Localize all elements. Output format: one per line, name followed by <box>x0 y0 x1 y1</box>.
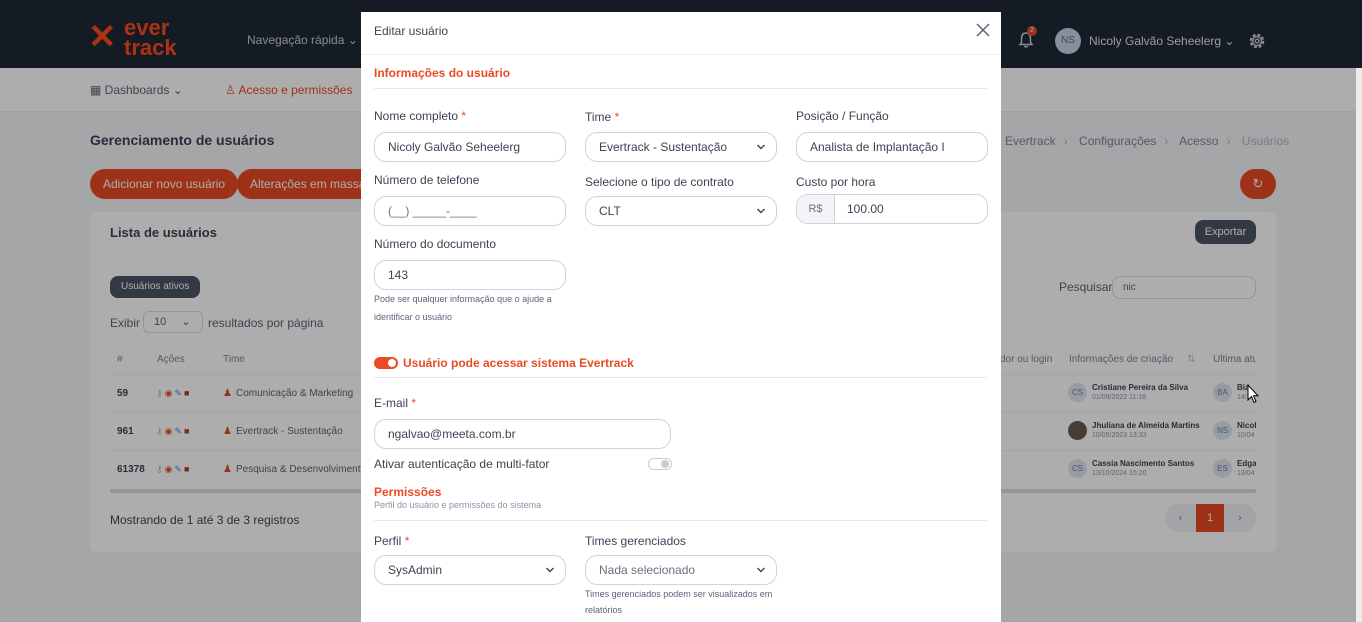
email-input[interactable]: ngalvao@meeta.com.br <box>374 419 671 449</box>
required-mark: * <box>411 396 417 410</box>
chevron-down-icon <box>757 567 765 573</box>
section-title-permissions: Permissões <box>374 485 442 499</box>
profile-label: Perfil * <box>374 534 409 548</box>
section-divider <box>374 377 987 378</box>
contract-type-select[interactable]: CLT <box>585 196 777 226</box>
profile-label-text: Perfil <box>374 534 402 548</box>
managed-teams-label: Times gerenciados <box>585 534 686 548</box>
modal-title: Editar usuário <box>374 24 449 38</box>
system-access-label: Usuário pode acessar sistema Evertrack <box>403 356 634 370</box>
position-label: Posição / Função <box>796 109 889 123</box>
modal-header-divider <box>361 54 1001 55</box>
edit-user-modal: Editar usuário Informações do usuário No… <box>361 12 1001 622</box>
required-mark: * <box>404 534 410 548</box>
chevron-down-icon <box>757 144 765 150</box>
section-divider <box>374 520 987 521</box>
currency-prefix: R$ <box>797 195 835 223</box>
chevron-down-icon <box>757 208 765 214</box>
permissions-subtitle: Perfil do usuário e permissões do sistem… <box>374 500 542 510</box>
contract-type-label: Selecione o tipo de contrato <box>585 175 734 189</box>
managed-teams-select[interactable]: Nada selecionado <box>585 555 777 585</box>
hourly-cost-input[interactable]: R$ 100.00 <box>796 194 988 224</box>
document-help-text: Pode ser qualquer informação que o ajude… <box>374 294 552 322</box>
chevron-down-icon <box>546 567 554 573</box>
system-access-toggle[interactable] <box>374 357 398 369</box>
page-scrollbar[interactable] <box>1356 68 1362 622</box>
team-select-value: Evertrack - Sustentação <box>599 140 728 154</box>
hourly-cost-label: Custo por hora <box>796 175 876 189</box>
managed-teams-value: Nada selecionado <box>599 563 696 577</box>
mouse-cursor-icon <box>1247 384 1259 404</box>
team-label-text: Time <box>585 110 612 124</box>
position-input[interactable]: Analista de Implantação I <box>796 132 988 162</box>
mfa-label: Ativar autenticação de multi-fator <box>374 457 550 471</box>
required-mark: * <box>461 109 467 123</box>
managed-teams-help-text: Times gerenciados podem ser visualizados… <box>585 589 773 615</box>
full-name-label: Nome completo * <box>374 109 466 123</box>
phone-label: Número de telefone <box>374 173 480 187</box>
hourly-cost-value: 100.00 <box>847 202 884 216</box>
profile-select-value: SysAdmin <box>388 563 443 577</box>
section-divider <box>374 88 987 89</box>
contract-type-value: CLT <box>599 204 621 218</box>
full-name-input[interactable]: Nicoly Galvão Seheelerg <box>374 132 566 162</box>
email-label: E-mail * <box>374 396 416 410</box>
team-select[interactable]: Evertrack - Sustentação <box>585 132 777 162</box>
required-mark: * <box>614 110 620 124</box>
document-label: Número do documento <box>374 237 497 251</box>
team-label: Time * <box>585 110 619 124</box>
document-input[interactable]: 143 <box>374 260 566 290</box>
email-label-text: E-mail <box>374 396 409 410</box>
section-title-user-info: Informações do usuário <box>374 66 511 80</box>
profile-select[interactable]: SysAdmin <box>374 555 566 585</box>
mfa-toggle[interactable] <box>648 458 672 470</box>
close-icon[interactable] <box>975 22 991 38</box>
full-name-label-text: Nome completo <box>374 109 459 123</box>
phone-input[interactable]: (__) _____-____ <box>374 196 566 226</box>
